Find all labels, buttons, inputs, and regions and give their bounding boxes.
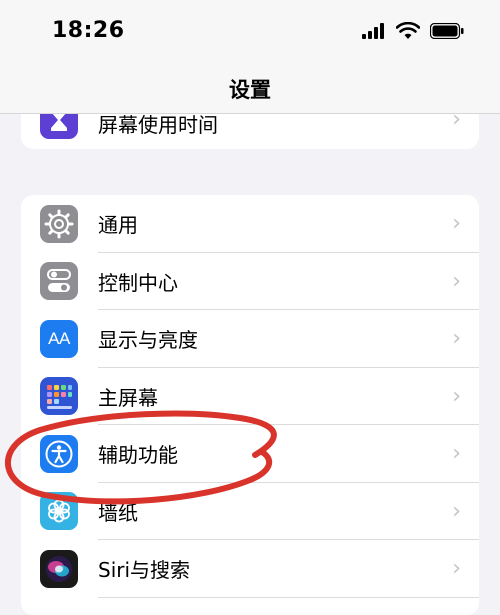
chevron-right-icon: › [452,326,461,352]
page-title: 设置 [229,78,271,102]
display-brightness-icon: AA [40,319,78,358]
settings-row-accessibility[interactable]: 辅助功能 › [21,425,479,483]
settings-row-wallpaper[interactable]: 墙纸 › [21,483,479,540]
siri-icon [40,549,78,588]
row-divider [98,596,479,598]
settings-row-label: 墙纸 [98,500,138,525]
cellular-signal-icon [362,23,384,39]
chevron-right-icon: › [452,556,461,582]
chevron-right-icon: › [452,268,461,294]
home-grid-icon [40,377,78,416]
settings-row-home-screen[interactable]: 主屏幕 › [21,368,479,425]
settings-row-label: 通用 [98,213,138,238]
settings-row-display-brightness[interactable]: AA 显示与亮度 › [21,310,479,368]
chevron-right-icon: › [452,211,461,237]
status-time: 18:26 [52,18,125,43]
chevron-right-icon: › [452,498,461,524]
settings-row-label: 辅助功能 [98,443,178,468]
navigation-header: 18:26 设置 [0,0,500,114]
settings-group-card: 通用 › 控制中心 › AA 显示与亮度 › 主屏幕 › 辅助功能 › 墙纸 ›… [21,195,479,615]
accessibility-icon [40,434,78,473]
gear-icon [40,204,78,243]
flower-icon [40,492,78,531]
settings-row-label: 主屏幕 [98,385,158,410]
status-bar: 18:26 [0,0,500,70]
toggles-icon [40,262,78,301]
settings-row-general[interactable]: 通用 › [21,195,479,253]
chevron-right-icon: › [452,441,461,467]
settings-row-label: 控制中心 [98,270,178,295]
settings-row-control-center[interactable]: 控制中心 › [21,253,479,310]
chevron-right-icon: › [452,383,461,409]
battery-icon [430,23,464,39]
status-icons [362,22,464,40]
display-aa-glyph: AA [48,328,70,348]
wifi-icon [396,22,420,39]
settings-row-label: 显示与亮度 [98,328,198,353]
settings-row-label: Siri与搜索 [98,558,191,583]
settings-row-siri-search[interactable]: Siri与搜索 › [21,540,479,598]
